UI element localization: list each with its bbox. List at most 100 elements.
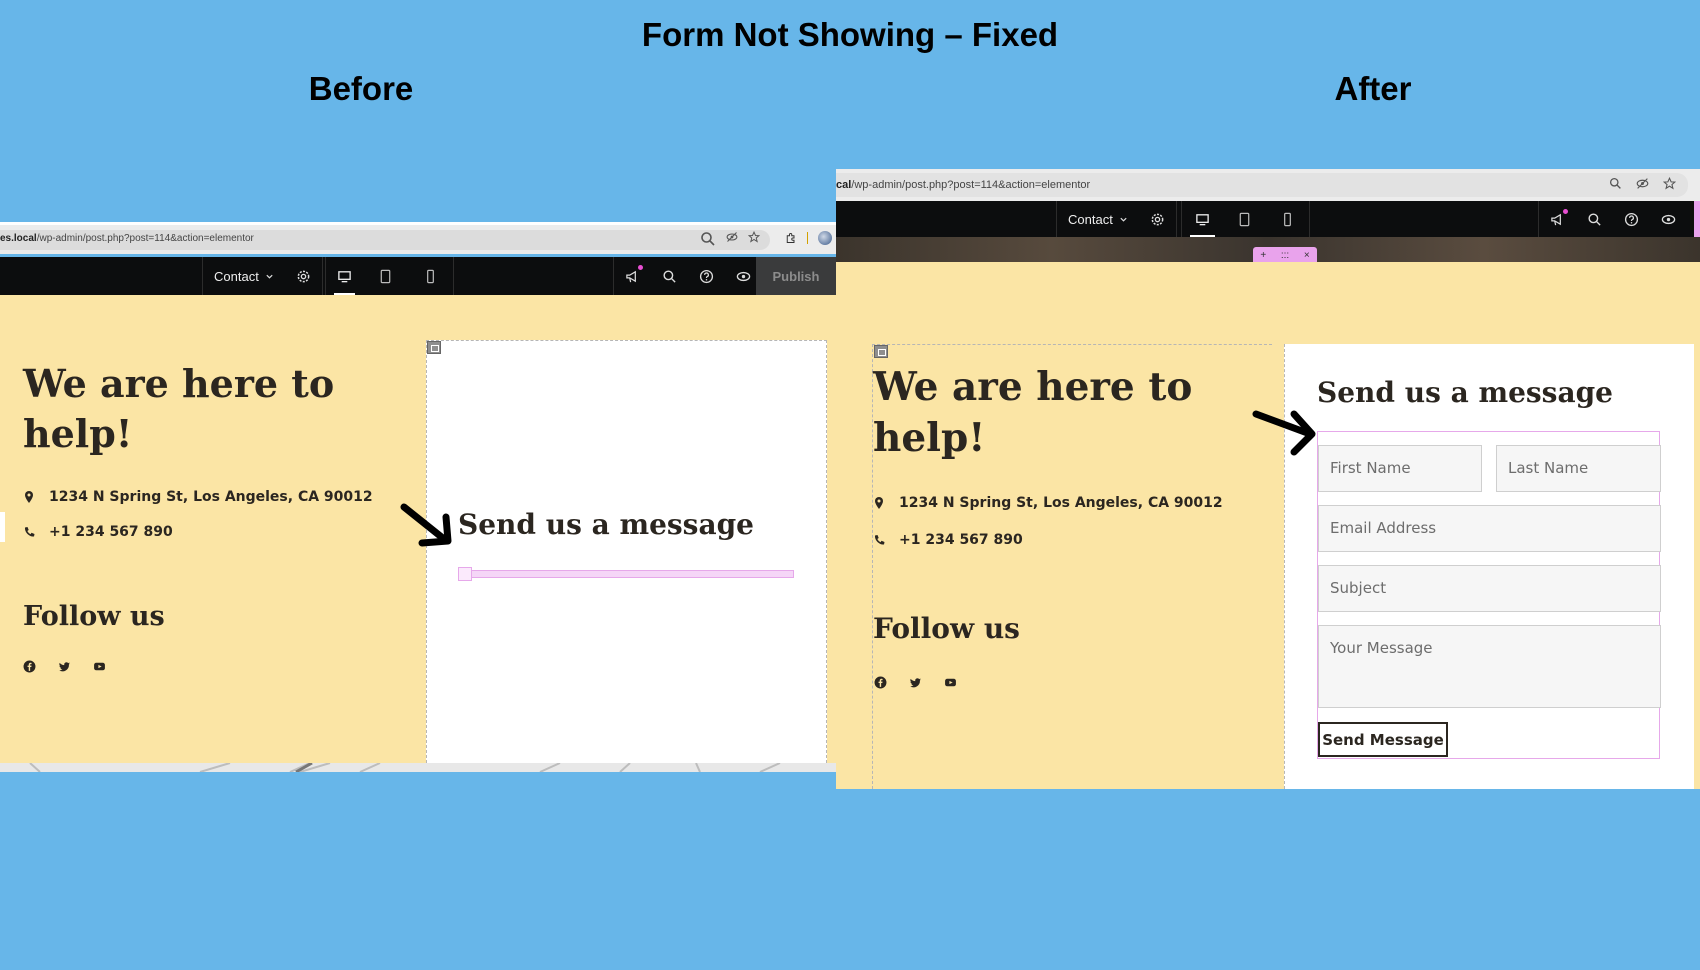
chevron-down-icon <box>266 274 273 279</box>
drag-section-icon[interactable]: ::: <box>1281 250 1289 261</box>
eye-off-icon[interactable] <box>726 231 738 243</box>
page-name: Contact <box>214 268 259 284</box>
contact-form: First Name Last Name Email Address Subje… <box>1317 431 1661 759</box>
zoom-icon[interactable] <box>700 231 716 247</box>
form-title: Send us a message <box>1317 376 1613 409</box>
page-selector[interactable]: Contact <box>203 257 285 295</box>
close-section-icon[interactable]: × <box>1304 250 1310 261</box>
desktop-view-button[interactable] <box>1182 201 1223 237</box>
editor-canvas: We are here to help! 1234 N Spring St, L… <box>836 262 1700 789</box>
page-selector[interactable]: Contact <box>1057 201 1139 237</box>
after-label: After <box>1334 70 1412 107</box>
notifications-button[interactable] <box>1539 201 1576 237</box>
page-settings-button[interactable] <box>285 257 322 295</box>
email-field[interactable]: Email Address <box>1318 505 1661 552</box>
notification-dot <box>638 265 643 270</box>
column-guide <box>872 344 1272 345</box>
editor-canvas: We are here to help! 1234 N Spring St, L… <box>0 295 836 763</box>
gear-icon <box>297 270 310 282</box>
url-path: /wp-admin/post.php?post=114&action=eleme… <box>851 179 1091 191</box>
phone-icon <box>24 527 35 537</box>
form-title: Send us a message <box>458 508 754 541</box>
desktop-view-button[interactable] <box>326 257 363 295</box>
arrow-icon <box>1252 410 1316 456</box>
map-preview <box>0 763 836 772</box>
mobile-view-button[interactable] <box>1266 201 1309 237</box>
notifications-button[interactable] <box>614 257 651 295</box>
facebook-icon[interactable] <box>874 676 887 689</box>
extensions-icon[interactable] <box>785 232 797 244</box>
elementor-toolbar: Contact <box>0 257 836 295</box>
hero-heading: We are here to help! <box>23 361 335 457</box>
url-field[interactable]: cal/wp-admin/post.php?post=114&action=el… <box>836 173 1688 197</box>
browser-address-bar: cal/wp-admin/post.php?post=114&action=el… <box>836 169 1700 201</box>
twitter-icon[interactable] <box>909 676 922 689</box>
facebook-icon[interactable] <box>23 660 36 673</box>
after-screenshot: cal/wp-admin/post.php?post=114&action=el… <box>836 169 1700 789</box>
section-handle[interactable]: + ::: × <box>1253 247 1317 263</box>
youtube-icon[interactable] <box>93 660 106 673</box>
megaphone-icon <box>626 270 636 282</box>
search-icon <box>663 269 676 283</box>
elementor-toolbar: Contact <box>836 201 1700 237</box>
phone-row: +1 234 567 890 <box>873 532 1023 548</box>
page-name: Contact <box>1068 211 1113 227</box>
url-host: es.local <box>0 233 37 244</box>
eye-off-icon[interactable] <box>1636 177 1649 190</box>
divider <box>807 232 808 244</box>
empty-form-widget[interactable] <box>458 570 794 578</box>
megaphone-icon <box>1551 213 1561 225</box>
phone-text: +1 234 567 890 <box>899 532 1023 548</box>
help-icon <box>1624 212 1639 226</box>
publish-button[interactable]: Publish <box>756 257 836 295</box>
help-button[interactable] <box>1613 201 1650 237</box>
tablet-icon <box>380 269 391 283</box>
youtube-icon[interactable] <box>944 676 957 689</box>
preview-button[interactable] <box>1650 201 1687 237</box>
help-icon <box>699 269 714 283</box>
add-section-icon[interactable]: + <box>1260 250 1266 261</box>
subject-field[interactable]: Subject <box>1318 565 1661 612</box>
arrow-icon <box>400 503 452 547</box>
finder-button[interactable] <box>651 257 688 295</box>
follow-heading: Follow us <box>23 601 165 632</box>
url-path: /wp-admin/post.php?post=114&action=eleme… <box>36 233 254 244</box>
star-icon[interactable] <box>1663 177 1676 190</box>
social-links <box>874 676 957 689</box>
before-screenshot: es.local/wp-admin/post.php?post=114&acti… <box>0 222 836 772</box>
help-button[interactable] <box>688 257 725 295</box>
form-widget-handle[interactable] <box>458 567 472 581</box>
map-pin-icon <box>875 497 883 509</box>
address-text: 1234 N Spring St, Los Angeles, CA 90012 <box>49 489 373 505</box>
tablet-icon <box>1239 212 1250 226</box>
follow-heading: Follow us <box>873 612 1020 645</box>
tablet-view-button[interactable] <box>1223 201 1266 237</box>
eye-icon <box>1661 214 1676 224</box>
notification-dot <box>1563 209 1568 214</box>
profile-avatar[interactable] <box>818 231 832 245</box>
mobile-view-button[interactable] <box>408 257 453 295</box>
eye-icon <box>736 271 751 281</box>
url-field[interactable]: es.local/wp-admin/post.php?post=114&acti… <box>0 230 770 250</box>
map-pin-icon <box>25 491 33 503</box>
url-host: cal <box>836 179 852 191</box>
column-handle[interactable] <box>427 341 441 354</box>
column-handle[interactable] <box>874 345 888 358</box>
tablet-view-button[interactable] <box>363 257 408 295</box>
finder-button[interactable] <box>1576 201 1613 237</box>
first-name-field[interactable]: First Name <box>1318 445 1482 492</box>
send-message-button[interactable]: Send Message <box>1318 722 1448 757</box>
form-column[interactable] <box>426 340 827 763</box>
zoom-icon[interactable] <box>1609 177 1622 190</box>
social-links <box>23 660 106 673</box>
twitter-icon[interactable] <box>58 660 71 673</box>
address-text: 1234 N Spring St, Los Angeles, CA 90012 <box>899 495 1223 511</box>
page-settings-button[interactable] <box>1139 201 1176 237</box>
star-icon[interactable] <box>748 231 760 243</box>
gear-icon <box>1151 213 1164 225</box>
message-textarea[interactable]: Your Message <box>1318 625 1661 708</box>
mobile-icon <box>427 269 434 283</box>
last-name-field[interactable]: Last Name <box>1496 445 1661 492</box>
browser-address-bar: es.local/wp-admin/post.php?post=114&acti… <box>0 222 836 254</box>
side-panel-toggle[interactable] <box>0 512 5 542</box>
